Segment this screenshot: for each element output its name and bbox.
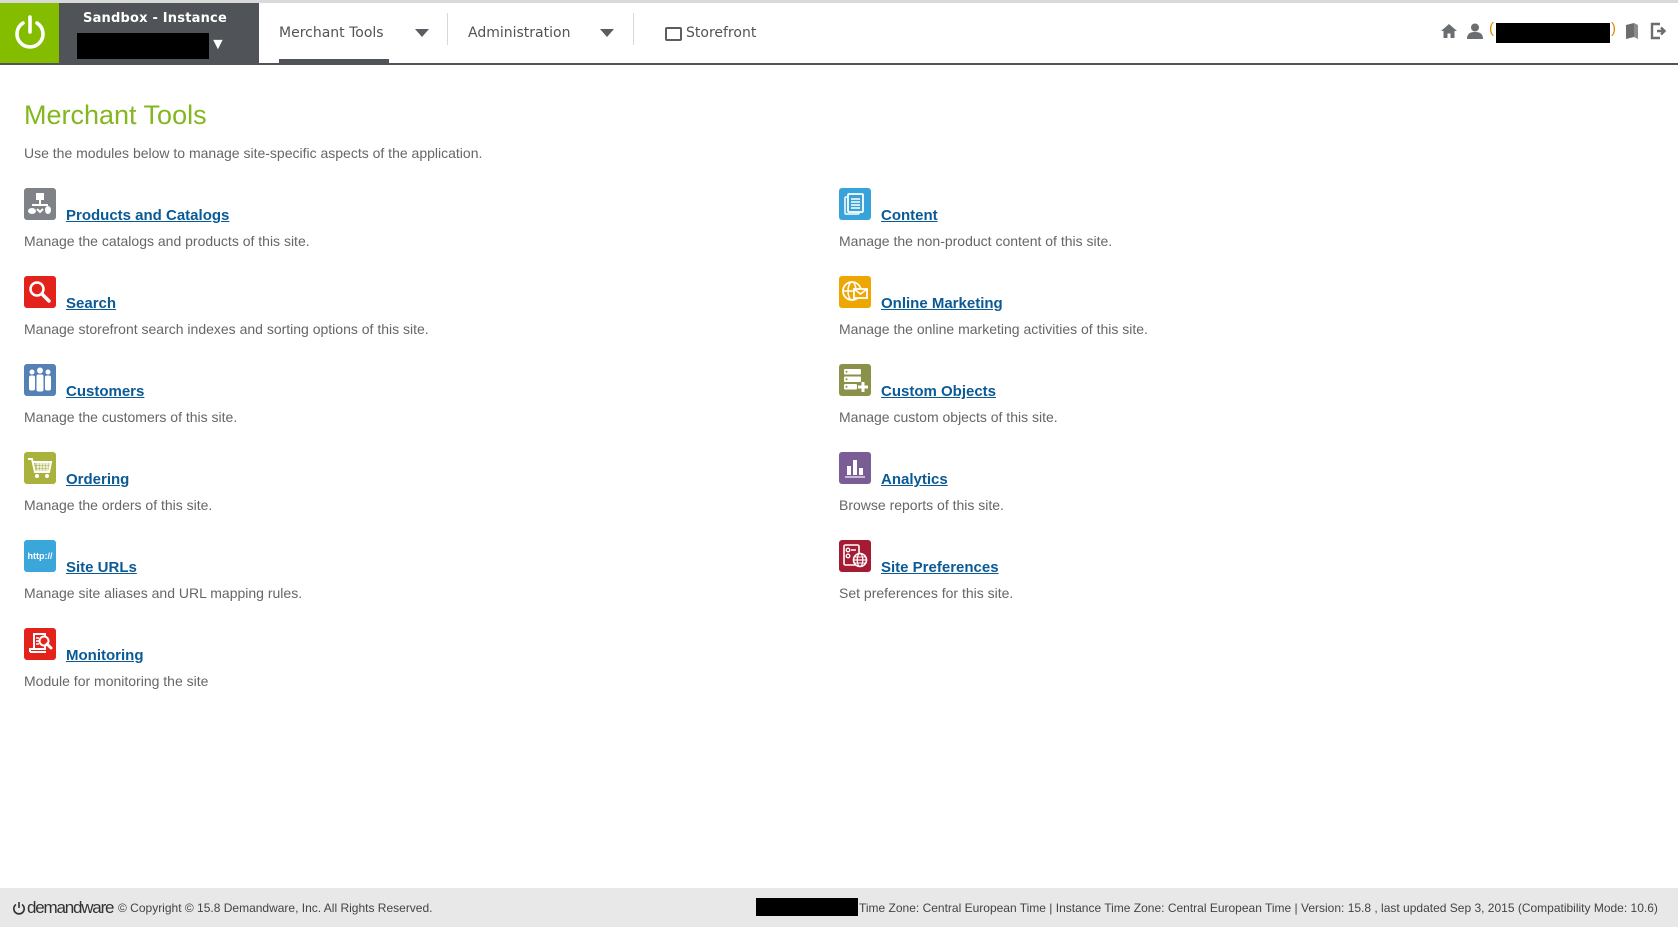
user-paren-close: ) xyxy=(1611,20,1616,37)
power-icon xyxy=(13,901,25,915)
module-link[interactable]: Ordering xyxy=(66,471,129,488)
user-paren-open: ( xyxy=(1489,20,1494,37)
logout-icon[interactable] xyxy=(1650,22,1668,45)
nav-tab-label: Storefront xyxy=(686,25,757,41)
monitoring-icon[interactable] xyxy=(24,628,56,660)
module-link[interactable]: Customers xyxy=(66,383,144,400)
module-link[interactable]: Site Preferences xyxy=(881,559,999,576)
ordering-icon[interactable] xyxy=(24,452,56,484)
page-description: Use the modules below to manage site-spe… xyxy=(24,145,483,161)
module-description: Manage the non-product content of this s… xyxy=(839,233,1113,249)
home-icon[interactable] xyxy=(1440,22,1458,45)
module-link[interactable]: Analytics xyxy=(881,471,948,488)
module-description: Manage storefront search indexes and sor… xyxy=(24,321,429,337)
module-link[interactable]: Site URLs xyxy=(66,559,137,576)
nav-tab-merchant-tools[interactable]: Merchant Tools xyxy=(279,3,384,63)
power-icon xyxy=(14,15,45,49)
administration-dropdown-toggle[interactable] xyxy=(600,3,614,63)
module-description: Manage the customers of this site. xyxy=(24,409,238,425)
site-preferences-icon[interactable] xyxy=(839,540,871,572)
nav-tab-administration[interactable]: Administration xyxy=(468,3,570,63)
module-link[interactable]: Monitoring xyxy=(66,647,143,664)
footer-instance-info: Time Zone: Central European Time | Insta… xyxy=(859,901,1658,915)
instance-title: Sandbox - Instance xyxy=(83,11,227,26)
module-description: Manage site aliases and URL mapping rule… xyxy=(24,585,303,601)
nav-tab-label: Administration xyxy=(468,25,571,41)
nav-divider xyxy=(633,13,634,45)
online-marketing-icon[interactable] xyxy=(839,276,871,308)
chevron-down-icon xyxy=(415,29,429,37)
footer: demandware © Copyright © 15.8 Demandware… xyxy=(0,888,1678,927)
module-link[interactable]: Online Marketing xyxy=(881,295,1003,312)
site-urls-icon[interactable]: http:// xyxy=(24,540,56,572)
page-title: Merchant Tools xyxy=(24,100,207,130)
monitor-icon xyxy=(665,27,682,41)
module-description: Set preferences for this site. xyxy=(839,585,1014,601)
nav-tab-storefront[interactable]: Storefront xyxy=(665,3,756,63)
footer-copyright: © Copyright © 15.8 Demandware, Inc. All … xyxy=(118,901,433,915)
customers-icon[interactable] xyxy=(24,364,56,396)
module-link[interactable]: Products and Catalogs xyxy=(66,207,229,224)
redacted-user-name[interactable] xyxy=(1496,23,1610,43)
instance-selector[interactable]: Sandbox - Instance ▼ xyxy=(59,3,259,63)
module-description: Manage the online marketing activities o… xyxy=(839,321,1148,337)
merchant-tools-dropdown-toggle[interactable] xyxy=(415,3,429,63)
module-link[interactable]: Search xyxy=(66,295,116,312)
module-link[interactable]: Content xyxy=(881,207,938,224)
footer-logo-text: demandware xyxy=(27,898,115,917)
module-description: Module for monitoring the site xyxy=(24,673,209,689)
book-icon[interactable] xyxy=(1624,22,1640,45)
nav-divider xyxy=(447,13,448,45)
power-logo-button[interactable] xyxy=(0,3,59,63)
redacted-site-name xyxy=(77,33,209,59)
redacted-footer-info xyxy=(756,898,858,916)
chevron-down-icon xyxy=(600,29,614,37)
user-icon[interactable] xyxy=(1466,22,1484,45)
search-icon[interactable] xyxy=(24,276,56,308)
header-bottom-border xyxy=(0,63,1678,65)
analytics-icon[interactable] xyxy=(839,452,871,484)
module-link[interactable]: Custom Objects xyxy=(881,383,996,400)
module-description: Browse reports of this site. xyxy=(839,497,1004,513)
custom-objects-icon[interactable] xyxy=(839,364,871,396)
module-description: Manage the orders of this site. xyxy=(24,497,213,513)
demandware-logo: demandware xyxy=(12,898,115,918)
instance-dropdown-caret-icon[interactable]: ▼ xyxy=(210,33,226,57)
module-description: Manage the catalogs and products of this… xyxy=(24,233,310,249)
site-urls-icon-text: http:// xyxy=(27,551,53,561)
module-description: Manage custom objects of this site. xyxy=(839,409,1058,425)
content-icon[interactable] xyxy=(839,188,871,220)
products-catalogs-icon[interactable] xyxy=(24,188,56,220)
nav-tab-label: Merchant Tools xyxy=(279,25,384,41)
